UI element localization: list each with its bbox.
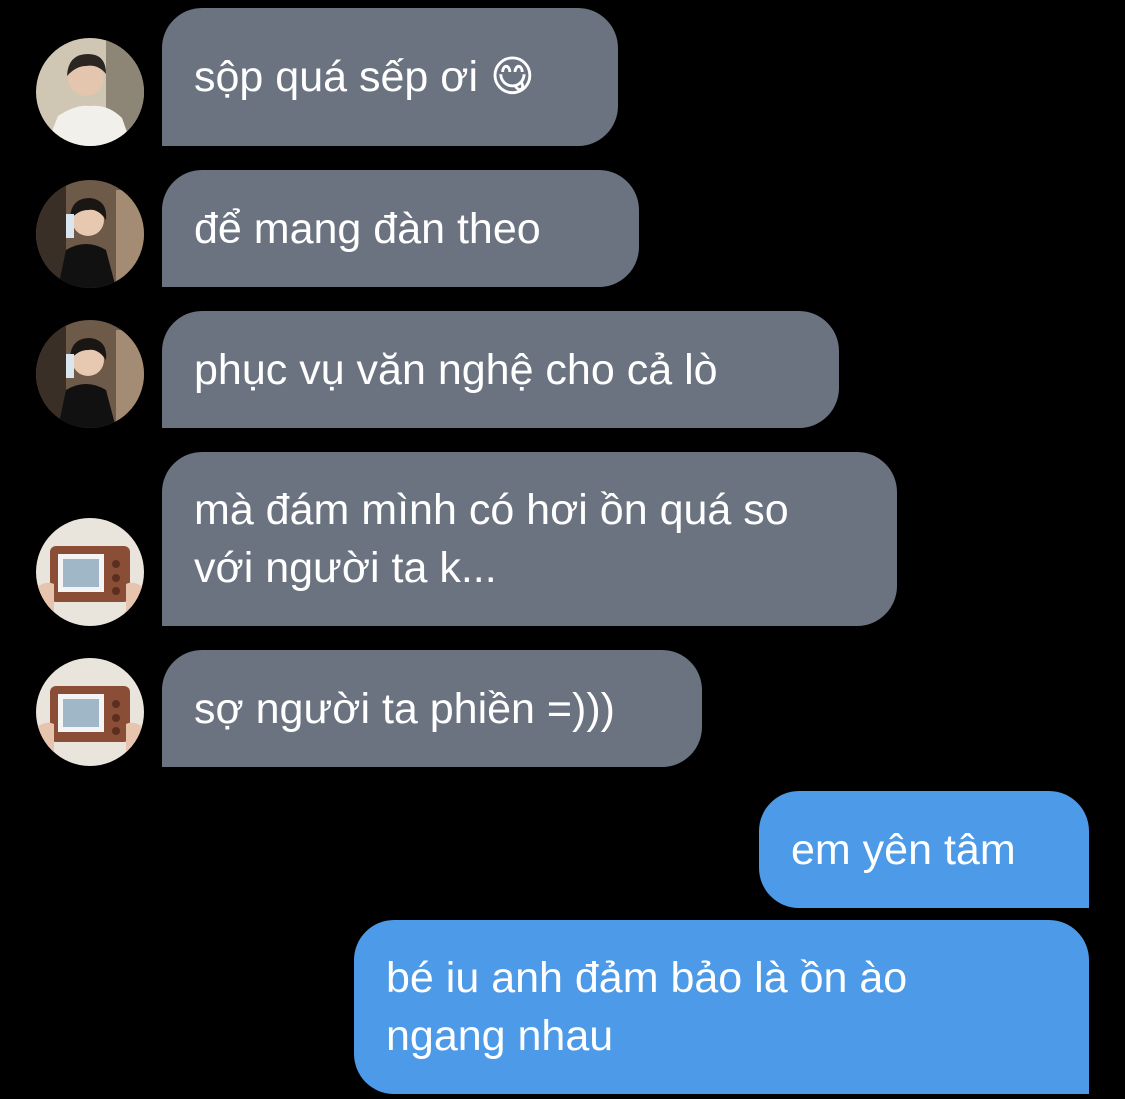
avatar-boy-white-shirt-icon [36, 38, 144, 146]
message-bubble-incoming[interactable]: sộp quá sếp ơi 😋 [162, 8, 618, 146]
message-bubble-outgoing[interactable]: bé iu anh đảm bảo là ồn ào ngang nhau [354, 920, 1089, 1094]
avatar[interactable] [36, 658, 144, 766]
message-bubble-incoming[interactable]: phục vụ văn nghệ cho cả lò [162, 311, 839, 428]
avatar[interactable] [36, 180, 144, 288]
avatar-retro-camera-icon [36, 658, 144, 766]
avatar[interactable] [36, 320, 144, 428]
message-bubble-outgoing[interactable]: em yên tâm [759, 791, 1089, 908]
avatar-retro-camera-icon [36, 518, 144, 626]
message-bubble-incoming[interactable]: để mang đàn theo [162, 170, 639, 287]
chat-screen: { "messages": [ { "direction": "incoming… [0, 0, 1125, 1099]
message-bubble-incoming[interactable]: mà đám mình có hơi ồn quá so với người t… [162, 452, 897, 626]
avatar[interactable] [36, 518, 144, 626]
avatar[interactable] [36, 38, 144, 146]
avatar-boy-black-shirt-icon [36, 320, 144, 428]
message-bubble-incoming[interactable]: sợ người ta phiền =))) [162, 650, 702, 767]
avatar-boy-black-shirt-icon [36, 180, 144, 288]
